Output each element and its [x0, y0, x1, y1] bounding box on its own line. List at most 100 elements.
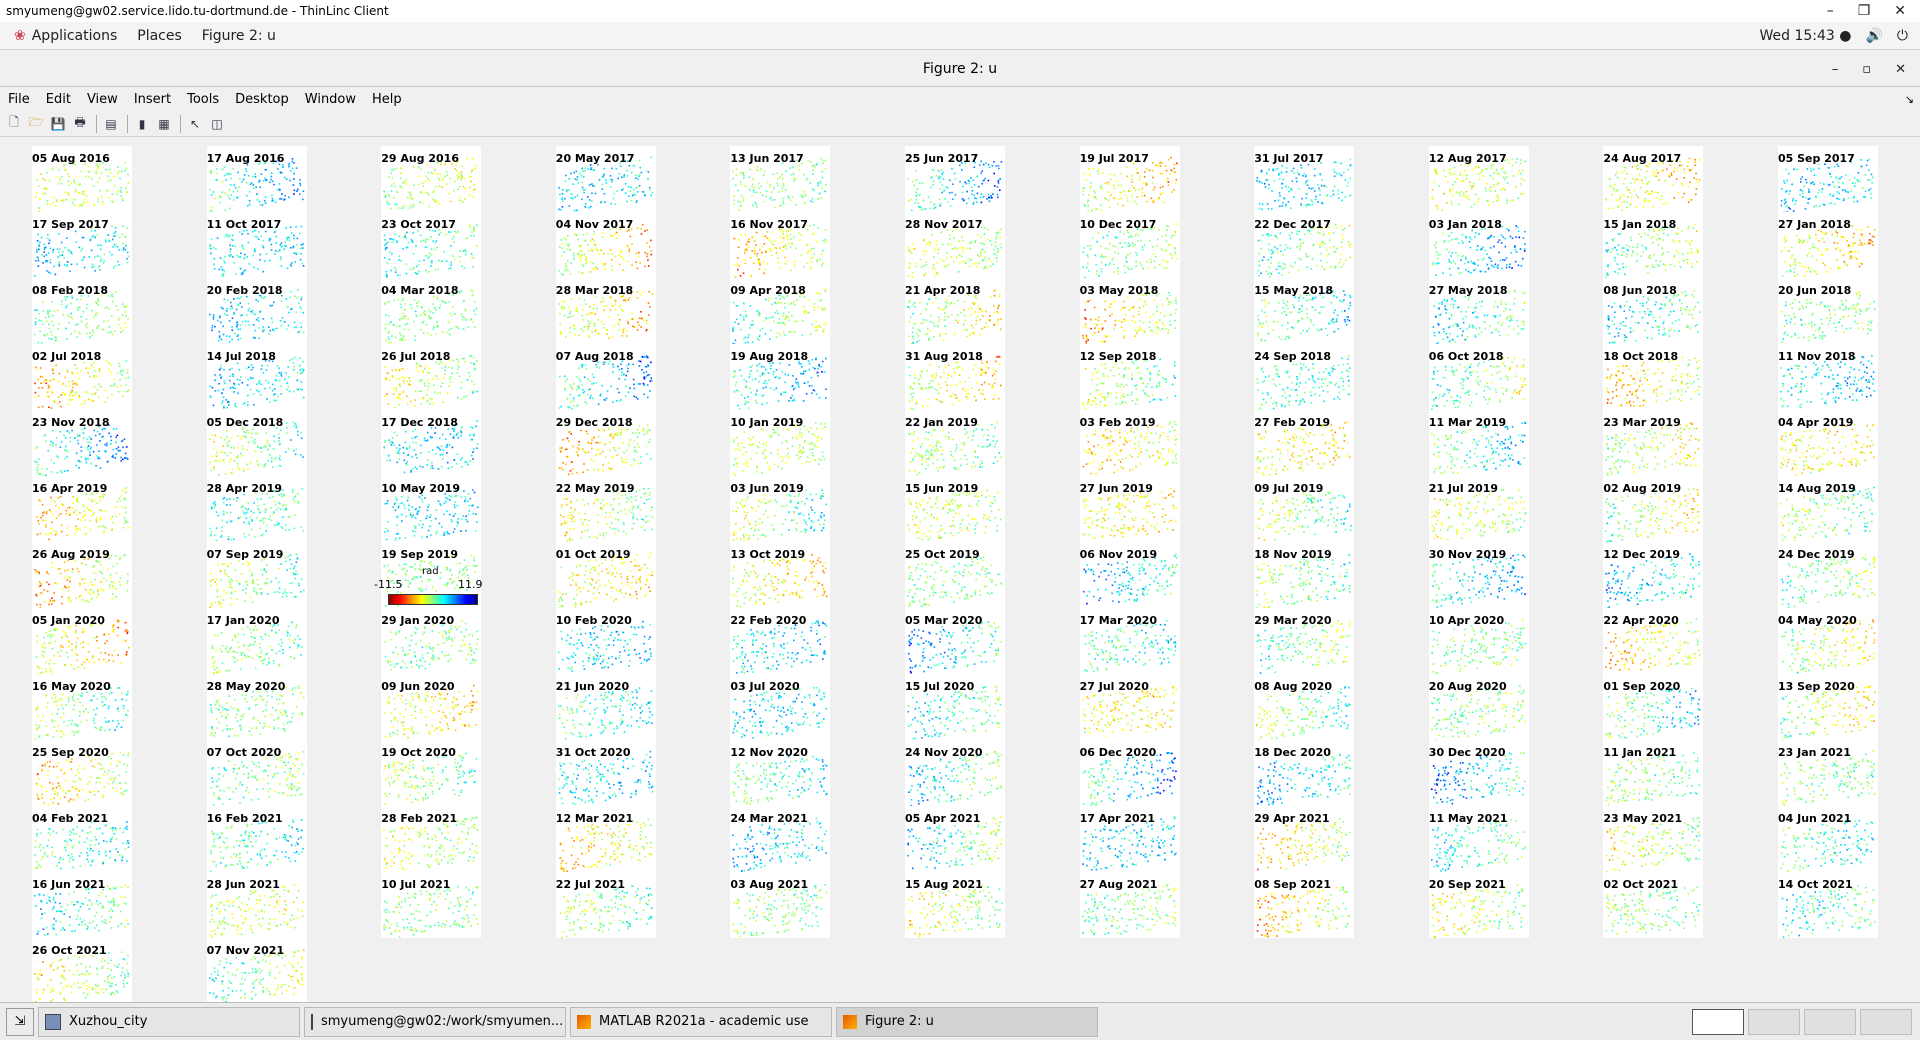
interferogram-tile: 10 Feb 2020: [555, 608, 656, 674]
workspace-4[interactable]: [1860, 1008, 1912, 1035]
new-figure-icon[interactable]: 🗋: [4, 114, 24, 134]
open-file-icon[interactable]: 🗁: [26, 114, 46, 134]
interferogram-tile: 23 May 2021: [1603, 806, 1704, 872]
dock-arrow-icon[interactable]: ↘: [1905, 93, 1914, 106]
taskbar-item-terminal[interactable]: smyumeng@gw02:/work/smyumen...: [304, 1006, 566, 1037]
interferogram-tile: 20 Sep 2021: [1428, 872, 1529, 938]
workspace-3[interactable]: [1804, 1008, 1856, 1035]
interferogram-tile: 15 May 2018: [1254, 278, 1355, 344]
menu-file[interactable]: File: [8, 92, 30, 107]
interferogram-tile: 21 Apr 2018: [905, 278, 1005, 344]
legend-icon[interactable]: ▦: [154, 114, 174, 134]
menu-desktop[interactable]: Desktop: [235, 92, 289, 107]
tile-date-label: 13 Oct 2019: [730, 548, 805, 561]
power-icon[interactable]: ⏻: [1897, 28, 1908, 44]
tile-date-label: 31 Jul 2017: [1254, 152, 1323, 165]
interferogram-tile: 14 Jul 2018: [206, 344, 307, 410]
pointer-icon[interactable]: ↖: [185, 114, 205, 134]
tile-date-label: 03 Jul 2020: [730, 680, 799, 693]
tile-date-label: 04 Feb 2021: [32, 812, 108, 825]
interferogram-tile: 03 May 2018: [1079, 278, 1180, 344]
interferogram-tile: 14 Aug 2019: [1778, 476, 1878, 542]
close-icon[interactable]: ✕: [1894, 3, 1906, 19]
tile-date-label: 04 May 2020: [1778, 614, 1857, 627]
interferogram-tile: 09 Jul 2019: [1254, 476, 1355, 542]
menu-insert[interactable]: Insert: [134, 92, 171, 107]
tile-date-label: 05 Sep 2017: [1778, 152, 1855, 165]
figure-close-icon[interactable]: ✕: [1895, 62, 1906, 77]
tile-date-label: 17 Jan 2020: [207, 614, 280, 627]
top-panel: ❀ Applications Places Figure 2: u Wed 15…: [0, 22, 1920, 50]
menu-window[interactable]: Window: [305, 92, 356, 107]
tile-date-label: 04 Jun 2021: [1778, 812, 1851, 825]
figure-maximize-icon[interactable]: ▫: [1862, 62, 1871, 77]
tile-date-label: 06 Nov 2019: [1080, 548, 1158, 561]
clock[interactable]: Wed 15:43 ●: [1760, 28, 1852, 44]
applications-menu[interactable]: ❀ Applications: [14, 28, 117, 44]
volume-icon[interactable]: 🔊: [1865, 28, 1882, 44]
figure-minimize-icon[interactable]: –: [1832, 62, 1839, 77]
show-desktop-icon[interactable]: ⇲: [6, 1007, 34, 1036]
plot-browser-icon[interactable]: ◫: [207, 114, 227, 134]
interferogram-tile: 10 May 2019: [381, 476, 482, 542]
tile-date-label: 25 Sep 2020: [32, 746, 109, 759]
interferogram-tile: 31 Oct 2020: [555, 740, 656, 806]
tile-date-label: 26 Oct 2021: [32, 944, 107, 957]
restore-icon[interactable]: ❐: [1858, 3, 1871, 19]
tile-date-label: 27 Feb 2019: [1254, 416, 1330, 429]
interferogram-tile: 10 Dec 2017: [1079, 212, 1180, 278]
tile-date-label: 10 Feb 2020: [556, 614, 632, 627]
colorbar-icon[interactable]: ▮: [132, 114, 152, 134]
taskbar: ⇲ Xuzhou_city smyumeng@gw02:/work/smyume…: [0, 1002, 1920, 1040]
interferogram-tile: 16 Apr 2019: [32, 476, 132, 542]
menu-edit[interactable]: Edit: [46, 92, 71, 107]
interferogram-tile: 31 Jul 2017: [1254, 146, 1355, 212]
menu-tools[interactable]: Tools: [187, 92, 219, 107]
interferogram-tile: 22 Dec 2017: [1254, 212, 1355, 278]
tile-date-label: 15 Jan 2018: [1603, 218, 1676, 231]
tile-date-label: 16 Feb 2021: [207, 812, 283, 825]
tile-date-label: 24 Nov 2020: [905, 746, 983, 759]
tile-date-label: 20 May 2017: [556, 152, 635, 165]
interferogram-tile: 17 Aug 2016: [206, 146, 307, 212]
taskbar-item-matlab[interactable]: MATLAB R2021a - academic use: [570, 1006, 832, 1037]
tile-date-label: 05 Apr 2021: [905, 812, 980, 825]
tile-date-label: 11 Jan 2021: [1603, 746, 1676, 759]
interferogram-tile: 17 Sep 2017: [32, 212, 132, 278]
tile-date-label: 28 Mar 2018: [556, 284, 633, 297]
tile-date-label: 19 Aug 2018: [730, 350, 808, 363]
tile-date-label: 20 Jun 2018: [1778, 284, 1851, 297]
colorbar: rad -11.5 11.9: [372, 566, 483, 606]
print-preview-icon[interactable]: ▤: [101, 114, 121, 134]
taskbar-item-xuzhou[interactable]: Xuzhou_city: [38, 1006, 300, 1037]
interferogram-tile: 11 Oct 2017: [206, 212, 307, 278]
interferogram-tile: 12 Sep 2018: [1079, 344, 1180, 410]
print-icon[interactable]: 🖶: [70, 114, 90, 134]
workspace-2[interactable]: [1748, 1008, 1800, 1035]
workspace-1[interactable]: [1692, 1008, 1744, 1035]
interferogram-tile: 29 Apr 2021: [1254, 806, 1355, 872]
places-menu[interactable]: Places: [137, 28, 182, 44]
save-icon[interactable]: 💾: [48, 114, 68, 134]
interferogram-tile: 16 Jun 2021: [32, 872, 132, 938]
tile-date-label: 24 Dec 2019: [1778, 548, 1855, 561]
interferogram-tile: 29 Jan 2020: [381, 608, 482, 674]
menu-view[interactable]: View: [87, 92, 118, 107]
interferogram-tile: 22 Jan 2019: [905, 410, 1005, 476]
interferogram-tile: 15 Jul 2020: [905, 674, 1005, 740]
interferogram-tile: 22 May 2019: [555, 476, 656, 542]
tile-date-label: 24 Aug 2017: [1603, 152, 1681, 165]
window-menu[interactable]: Figure 2: u: [202, 28, 276, 44]
menu-help[interactable]: Help: [372, 92, 402, 107]
tile-date-label: 22 Apr 2020: [1603, 614, 1678, 627]
taskbar-item-figure[interactable]: Figure 2: u: [836, 1006, 1098, 1037]
tile-date-label: 18 Nov 2019: [1254, 548, 1332, 561]
tile-date-label: 05 Dec 2018: [207, 416, 284, 429]
interferogram-tile: 13 Oct 2019: [730, 542, 831, 608]
tile-date-label: 05 Jan 2020: [32, 614, 105, 627]
tile-date-label: 17 Sep 2017: [32, 218, 109, 231]
interferogram-tile: 21 Jun 2020: [555, 674, 656, 740]
tile-date-label: 29 Apr 2021: [1254, 812, 1329, 825]
minimize-icon[interactable]: –: [1827, 3, 1834, 19]
interferogram-tile: 16 Nov 2017: [730, 212, 831, 278]
